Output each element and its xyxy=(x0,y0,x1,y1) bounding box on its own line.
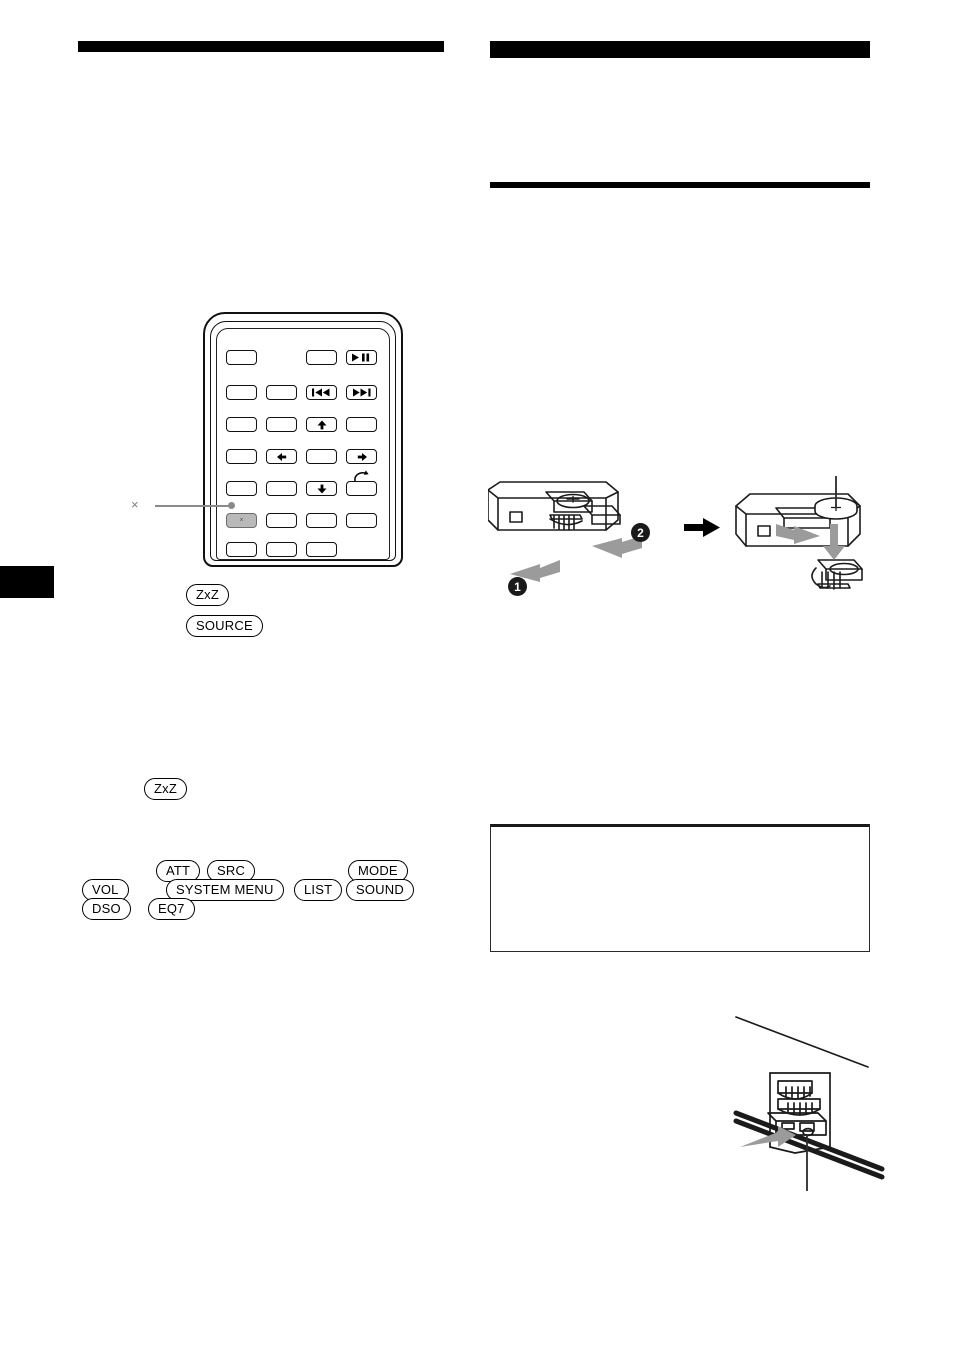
remote-button-previous-track[interactable] xyxy=(306,385,337,400)
remote-button-return[interactable] xyxy=(346,481,377,496)
right-column-section-rule xyxy=(490,182,870,188)
arrow-up-icon xyxy=(315,420,329,430)
remote-button-r2c2[interactable] xyxy=(266,385,297,400)
remote-button-r7c1[interactable] xyxy=(226,542,257,557)
key-label-list: LIST xyxy=(294,879,343,901)
remote-button-r3c1[interactable] xyxy=(226,417,257,432)
remote-button-arrow-up[interactable] xyxy=(306,417,337,432)
arrow-right-icon xyxy=(355,452,369,462)
remote-holder-diagram xyxy=(700,995,900,1195)
key-label-zxz-mid: ZxZ xyxy=(144,778,187,800)
key-label-zxz-upper: ZxZ xyxy=(186,584,229,606)
page-edge-tab xyxy=(0,566,54,598)
remote-button-r5c1[interactable] xyxy=(226,481,257,496)
remote-button-r3c4[interactable] xyxy=(346,417,377,432)
left-column-header-bar xyxy=(78,41,444,52)
callout-leader-line xyxy=(155,505,233,507)
key-label-source: SOURCE xyxy=(186,615,263,637)
right-column-header-bar xyxy=(490,41,870,58)
remote-button-r3c2[interactable] xyxy=(266,417,297,432)
close-x-icon: × xyxy=(239,517,244,524)
key-label-eq7: EQ7 xyxy=(148,898,195,920)
remote-button-highlighted-x[interactable]: × xyxy=(226,513,257,528)
callout-leader-dot xyxy=(228,502,235,509)
key-label-dso: DSO xyxy=(82,898,131,920)
remote-button-r1c1[interactable] xyxy=(226,350,257,365)
remote-button-r6c3[interactable] xyxy=(306,513,337,528)
notice-box xyxy=(490,824,870,952)
play-pause-icon xyxy=(350,353,374,362)
battery-step-2-badge: 2 xyxy=(631,523,650,542)
remote-control-illustration: × xyxy=(203,312,403,570)
remote-button-r4c1[interactable] xyxy=(226,449,257,464)
key-label-sound: SOUND xyxy=(346,879,414,901)
remote-button-arrow-down[interactable] xyxy=(306,481,337,496)
battery-replacement-diagram: 1 2 xyxy=(488,468,888,608)
remote-button-r6c4[interactable] xyxy=(346,513,377,528)
remote-button-r7c2[interactable] xyxy=(266,542,297,557)
manual-page: × × ZxZ SOURCE ZxZ ATT SRC MODE VOL SYST… xyxy=(0,0,954,1352)
arrow-left-icon xyxy=(275,452,289,462)
previous-track-icon xyxy=(310,388,333,397)
remote-button-arrow-right[interactable] xyxy=(346,449,377,464)
remote-button-play-pause[interactable] xyxy=(346,350,377,365)
remote-button-r6c2[interactable] xyxy=(266,513,297,528)
arrow-down-icon xyxy=(315,484,329,494)
remote-button-r5c2[interactable] xyxy=(266,481,297,496)
remote-button-r4c3[interactable] xyxy=(306,449,337,464)
remote-button-r1c3[interactable] xyxy=(306,350,337,365)
callout-label-x: × xyxy=(131,497,139,512)
remote-button-r7c3[interactable] xyxy=(306,542,337,557)
battery-step-1-badge: 1 xyxy=(508,577,527,596)
remote-button-next-track[interactable] xyxy=(346,385,377,400)
next-track-icon xyxy=(350,388,373,397)
remote-button-arrow-left[interactable] xyxy=(266,449,297,464)
remote-button-r2c1[interactable] xyxy=(226,385,257,400)
